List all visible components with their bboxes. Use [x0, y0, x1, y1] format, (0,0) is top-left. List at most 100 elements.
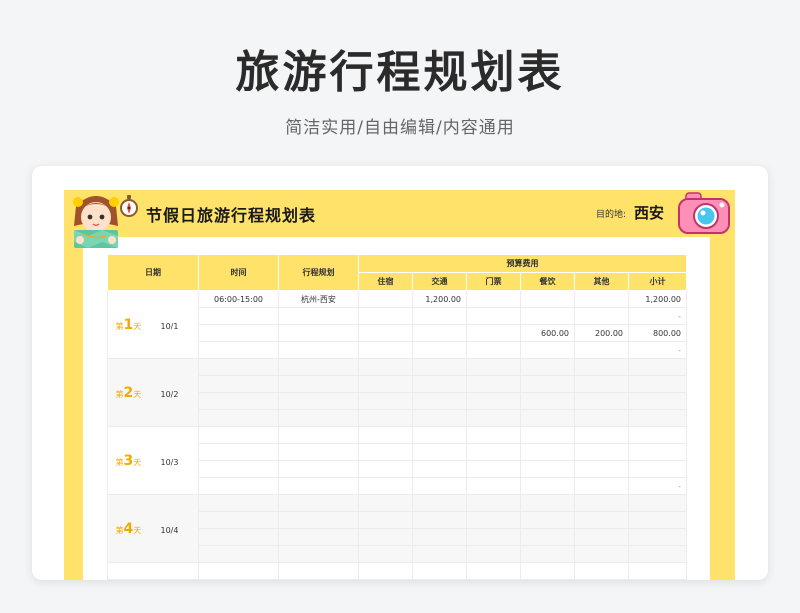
cell-other[interactable] [574, 562, 629, 580]
cell-tickets[interactable] [466, 443, 521, 461]
cell-lodging[interactable] [358, 290, 413, 308]
cell-time[interactable] [198, 460, 279, 478]
cell-time[interactable] [198, 443, 279, 461]
cell-plan[interactable] [278, 443, 359, 461]
cell-subtotal[interactable] [628, 545, 687, 563]
cell-transport[interactable] [412, 324, 467, 342]
cell-subtotal[interactable] [628, 460, 687, 478]
cell-lodging[interactable] [358, 528, 413, 546]
cell-subtotal[interactable] [628, 392, 687, 410]
cell-lodging[interactable] [358, 307, 413, 325]
cell-other[interactable] [574, 426, 629, 444]
cell-subtotal[interactable]: 1,200.00 [628, 290, 687, 308]
cell-dining[interactable]: 600.00 [520, 324, 575, 342]
cell-transport[interactable] [412, 511, 467, 529]
cell-tickets[interactable] [466, 460, 521, 478]
cell-transport[interactable] [412, 341, 467, 359]
cell-time[interactable] [198, 426, 279, 444]
cell-transport[interactable] [412, 494, 467, 512]
cell-tickets[interactable] [466, 545, 521, 563]
cell-dining[interactable] [520, 460, 575, 478]
cell-subtotal[interactable]: - [628, 341, 687, 359]
cell-tickets[interactable] [466, 375, 521, 393]
cell-subtotal[interactable] [628, 528, 687, 546]
cell-transport[interactable] [412, 545, 467, 563]
cell-other[interactable] [574, 443, 629, 461]
cell-plan[interactable] [278, 375, 359, 393]
cell-other[interactable] [574, 358, 629, 376]
cell-dining[interactable] [520, 477, 575, 495]
cell-other[interactable] [574, 375, 629, 393]
cell-tickets[interactable] [466, 307, 521, 325]
cell-time[interactable] [198, 375, 279, 393]
cell-tickets[interactable] [466, 324, 521, 342]
cell-plan[interactable] [278, 307, 359, 325]
cell-dining[interactable] [520, 358, 575, 376]
cell-transport[interactable] [412, 375, 467, 393]
cell-transport[interactable] [412, 392, 467, 410]
cell-transport[interactable] [412, 358, 467, 376]
cell-other[interactable] [574, 290, 629, 308]
cell-lodging[interactable] [358, 545, 413, 563]
cell-plan[interactable] [278, 324, 359, 342]
cell-lodging[interactable] [358, 443, 413, 461]
cell-lodging[interactable] [358, 426, 413, 444]
cell-lodging[interactable] [358, 460, 413, 478]
day-label-cell[interactable]: 第3天 10/3 [107, 426, 199, 495]
cell-transport[interactable] [412, 426, 467, 444]
cell-tickets[interactable] [466, 290, 521, 308]
cell-tickets[interactable] [466, 477, 521, 495]
cell-other[interactable] [574, 545, 629, 563]
cell-subtotal[interactable]: 800.00 [628, 324, 687, 342]
cell-dining[interactable] [520, 392, 575, 410]
cell-tickets[interactable] [466, 562, 521, 580]
day-label-cell[interactable] [107, 562, 199, 580]
cell-plan[interactable] [278, 562, 359, 580]
cell-other[interactable]: 200.00 [574, 324, 629, 342]
cell-plan[interactable] [278, 511, 359, 529]
cell-lodging[interactable] [358, 511, 413, 529]
cell-plan[interactable] [278, 358, 359, 376]
cell-subtotal[interactable] [628, 511, 687, 529]
cell-tickets[interactable] [466, 358, 521, 376]
cell-dining[interactable] [520, 443, 575, 461]
cell-lodging[interactable] [358, 477, 413, 495]
cell-transport[interactable] [412, 307, 467, 325]
cell-lodging[interactable] [358, 392, 413, 410]
cell-time[interactable] [198, 562, 279, 580]
cell-time[interactable] [198, 528, 279, 546]
cell-other[interactable] [574, 494, 629, 512]
cell-subtotal[interactable] [628, 494, 687, 512]
cell-dining[interactable] [520, 426, 575, 444]
cell-plan[interactable] [278, 409, 359, 427]
cell-other[interactable] [574, 528, 629, 546]
cell-lodging[interactable] [358, 358, 413, 376]
cell-transport[interactable] [412, 409, 467, 427]
cell-dining[interactable] [520, 511, 575, 529]
cell-time[interactable] [198, 341, 279, 359]
cell-subtotal[interactable] [628, 426, 687, 444]
cell-time[interactable] [198, 358, 279, 376]
cell-lodging[interactable] [358, 494, 413, 512]
cell-other[interactable] [574, 511, 629, 529]
cell-other[interactable] [574, 409, 629, 427]
cell-plan[interactable] [278, 545, 359, 563]
cell-transport[interactable] [412, 477, 467, 495]
cell-dining[interactable] [520, 341, 575, 359]
day-label-cell[interactable]: 第2天 10/2 [107, 358, 199, 427]
cell-plan[interactable]: 杭州-西安 [278, 290, 359, 308]
cell-subtotal[interactable]: - [628, 477, 687, 495]
cell-tickets[interactable] [466, 392, 521, 410]
cell-subtotal[interactable] [628, 358, 687, 376]
cell-time[interactable] [198, 545, 279, 563]
cell-time[interactable] [198, 392, 279, 410]
cell-subtotal[interactable] [628, 443, 687, 461]
cell-time[interactable] [198, 511, 279, 529]
cell-plan[interactable] [278, 460, 359, 478]
cell-lodging[interactable] [358, 341, 413, 359]
cell-time[interactable] [198, 324, 279, 342]
cell-lodging[interactable] [358, 562, 413, 580]
cell-transport[interactable] [412, 460, 467, 478]
cell-other[interactable] [574, 477, 629, 495]
cell-other[interactable] [574, 460, 629, 478]
